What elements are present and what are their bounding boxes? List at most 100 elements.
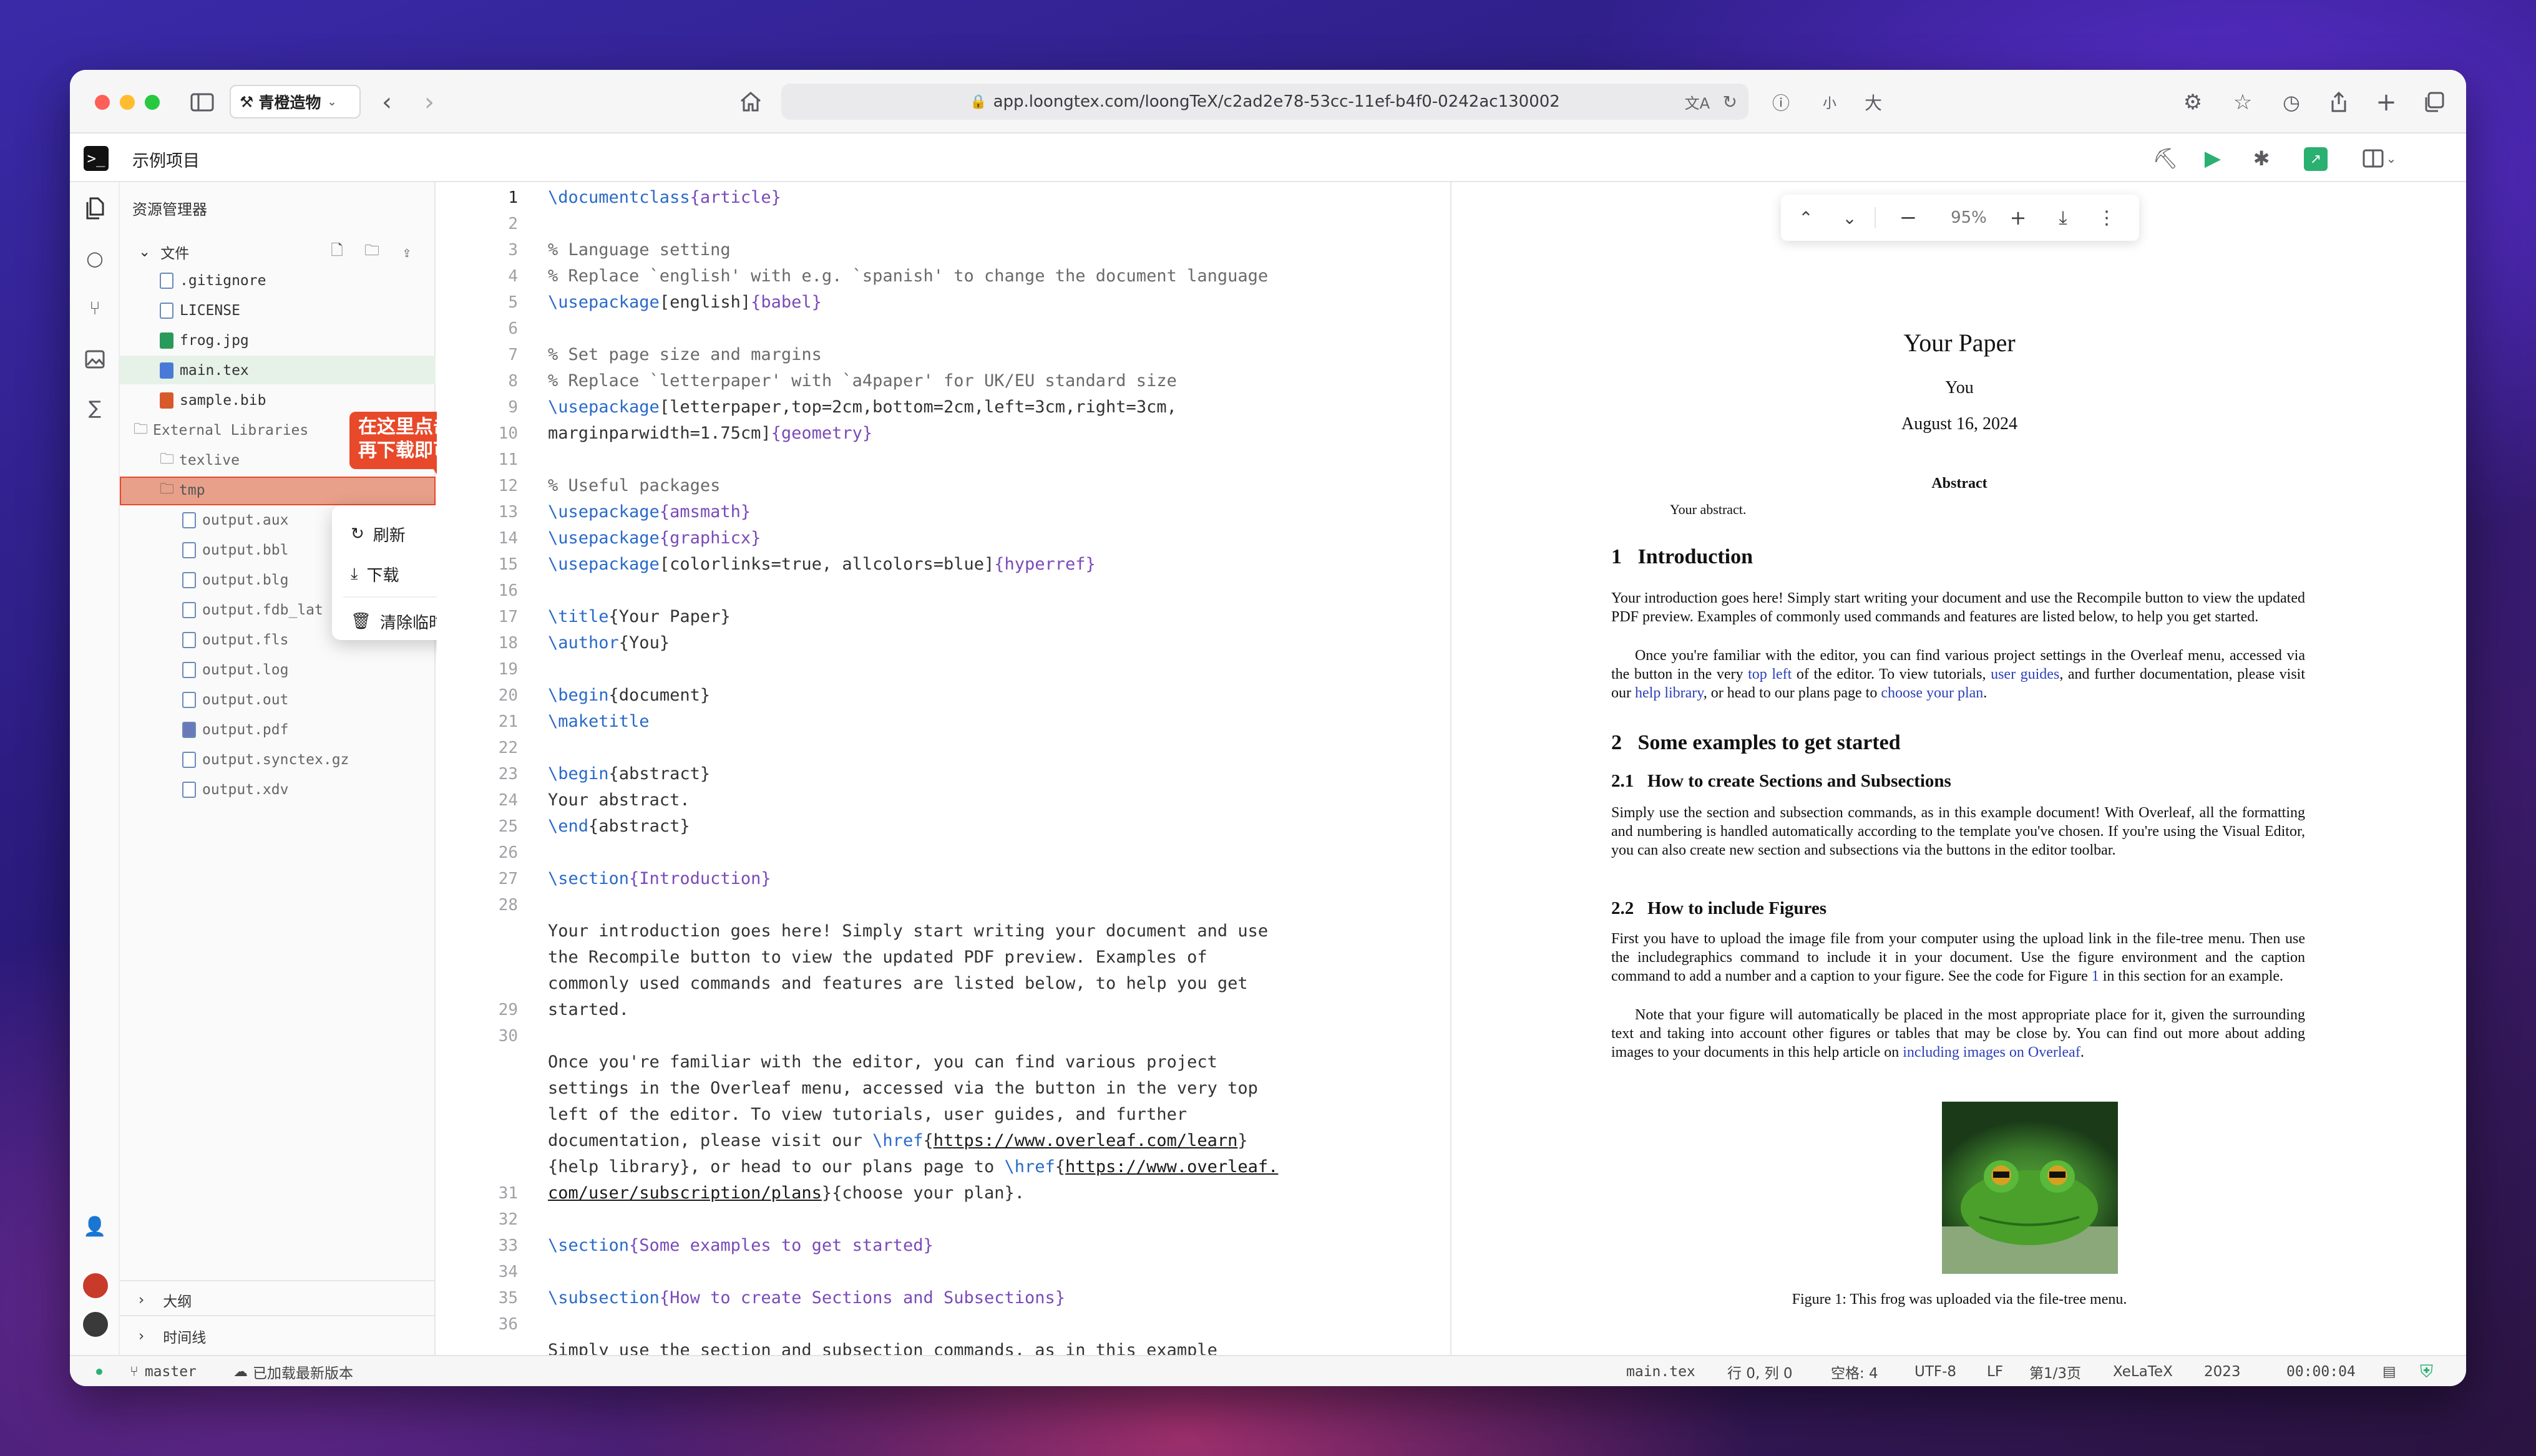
close-window-button[interactable] [95,95,110,110]
status-indent[interactable]: 空格: 4 [1831,1356,1878,1386]
upload-icon[interactable]: ⇪ [396,240,418,265]
git-branch[interactable]: ⑂ master [130,1356,197,1386]
timeline-section-header[interactable]: › 时间线 [139,1323,206,1350]
tree-item-output-blg[interactable]: output.blg [182,566,288,594]
tree-item-output-synctex[interactable]: output.synctex.gz [182,746,349,774]
tree-item-tmp[interactable]: 🗀 tmp [160,477,205,504]
tree-item-output-bbl[interactable]: output.bbl [182,536,288,564]
status-file[interactable]: main.tex [1626,1356,1695,1386]
subsection-heading: 2.1 How to create Sections and Subsectio… [1611,771,1951,791]
translate-icon[interactable]: 文A [1685,91,1710,113]
new-folder-icon[interactable]: 🗀 [361,240,383,265]
file-icon [182,782,196,798]
font-small-button[interactable]: 小 [1817,89,1842,116]
avatar[interactable] [81,1271,110,1300]
menu-item-refresh[interactable]: ↻ 刷新 [351,517,406,551]
tree-item-output-fls[interactable]: output.fls [182,626,288,654]
settings-gear-icon[interactable]: ⚙ [2179,89,2207,116]
tree-item-sample-bib[interactable]: sample.bib [160,387,266,414]
account-icon[interactable]: 👤 [81,1213,109,1240]
outline-section-header[interactable]: › 大纲 [139,1286,192,1314]
more-options-icon[interactable]: ⋮ [2093,195,2120,241]
avatar-secondary[interactable] [81,1310,110,1339]
info-icon[interactable]: ⓘ [1767,89,1795,116]
code-line: % Replace `english' with e.g. `spanish' … [548,266,1269,286]
forward-icon[interactable]: › [417,88,442,117]
next-page-icon[interactable]: ⌄ [1836,195,1863,241]
search-icon[interactable]: ○ [81,245,109,272]
terminal-logo-icon[interactable]: >_ [84,146,109,171]
history-clock-icon[interactable]: ◷ [2278,89,2305,116]
status-cursor-position[interactable]: 行 0, 列 0 [1727,1356,1793,1386]
status-engine[interactable]: XeLaTeX [2113,1356,2173,1386]
zoom-out-icon[interactable]: − [1895,195,1922,241]
minimize-window-button[interactable] [120,95,135,110]
symbols-icon[interactable]: ∑ [81,394,109,422]
reload-icon[interactable]: ↻ [1723,92,1737,112]
folder-icon: 🗀 [160,480,174,497]
code-editor[interactable]: 1 2 3 4 5 6 7 8 9 10 11 12 13 14 15 16 17 18 19 20 21 22 23 24 2… [437,182,1768,1360]
image-icon[interactable] [81,346,109,373]
files-section-header[interactable]: ⌄ 文件 [139,238,189,266]
git-branch-icon[interactable]: ⑂ [81,294,109,322]
zoom-window-button[interactable] [145,95,160,110]
download-pdf-icon[interactable]: ⤓ [2049,195,2077,241]
paragraph: Note that your figure will automatically… [1611,1007,2305,1060]
files-icon[interactable] [81,195,109,222]
share-icon[interactable] [2325,89,2353,116]
tree-item-gitignore[interactable]: .gitignore [160,267,266,294]
address-bar[interactable]: 🔒 app.loongtex.com/loongTeX/c2ad2e78-53c… [781,84,1748,120]
new-file-icon[interactable]: 🗋 [326,240,348,265]
status-page[interactable]: 第1/3页 [2029,1356,2081,1386]
zoom-level[interactable]: 95% [1934,195,2003,241]
menu-item-download[interactable]: ⤓ 下载 [351,556,399,591]
code-line: com/user/subscription/plans}{choose your… [548,1183,1025,1203]
tree-item-external-libraries[interactable]: 🗀 External Libraries [134,417,308,444]
project-title: 示例项目 [132,152,200,171]
home-icon[interactable] [736,87,765,116]
section-heading: 1 Introduction [1611,545,1753,568]
new-tab-icon[interactable]: + [2373,88,2400,117]
status-eol[interactable]: LF [1987,1356,2003,1386]
tree-item-output-xdv[interactable]: output.xdv [182,776,288,803]
format-tool-icon[interactable]: ⛏ [2152,145,2179,172]
line-number: 1 [508,188,518,207]
line-number: 2 [508,215,518,233]
pdf-toolbar: ⌃ ⌄ − 95% + ⤓ ⋮ [1781,195,2139,241]
zoom-in-icon[interactable]: + [2004,195,2032,241]
tree-item-texlive[interactable]: 🗀 texlive [160,447,240,474]
tree-item-license[interactable]: LICENSE [160,297,240,324]
tree-item-output-aux[interactable]: output.aux [182,507,288,534]
document-icon[interactable]: ▤ [2382,1356,2396,1386]
tab-group-selector[interactable]: ⚒ 青橙造物 ⌄ [230,85,361,119]
bib-file-icon [160,392,173,409]
line-number: 3 [508,241,518,260]
url-text: app.loongtex.com/loongTeX/c2ad2e78-53cc-… [993,92,1560,111]
code-line: % Language setting [548,240,731,260]
code-line: commonly used commands and features are … [548,974,1248,993]
chart-app-icon[interactable]: ↗ [2304,147,2328,171]
tree-item-output-pdf[interactable]: output.pdf [182,716,288,744]
back-icon[interactable]: ‹ [374,88,399,117]
tree-item-output-log[interactable]: output.log [182,656,288,684]
prev-page-icon[interactable]: ⌃ [1792,195,1820,241]
tree-item-output-fdb[interactable]: output.fdb_lat [182,596,323,624]
sidebar-toggle-icon[interactable] [188,89,216,116]
font-large-button[interactable]: 大 [1861,89,1886,116]
tree-item-main-tex[interactable]: main.tex [160,357,249,384]
status-texlive-year[interactable]: 2023 [2204,1356,2241,1386]
bookmark-star-icon[interactable]: ☆ [2229,89,2256,116]
tree-item-output-out[interactable]: output.out [182,686,288,714]
code-line: Once you're familiar with the editor, yo… [548,1052,1217,1072]
divider [120,1280,436,1281]
code-line: \subsection{How to create Sections and S… [548,1288,1066,1308]
divider [120,1315,436,1316]
status-encoding[interactable]: UTF-8 [1914,1356,1956,1386]
tab-overview-icon[interactable] [2420,89,2447,116]
compile-run-icon[interactable]: ▶ [2199,145,2226,172]
tree-item-frog[interactable]: frog.jpg [160,327,249,354]
layout-toggle-icon[interactable]: ⌄ [2356,145,2402,172]
sync-status[interactable]: ☁ 已加载最新版本 [233,1356,353,1386]
shield-check-icon[interactable]: ⛨ [2420,1356,2433,1386]
debug-bug-icon[interactable]: ✱ [2248,145,2275,172]
